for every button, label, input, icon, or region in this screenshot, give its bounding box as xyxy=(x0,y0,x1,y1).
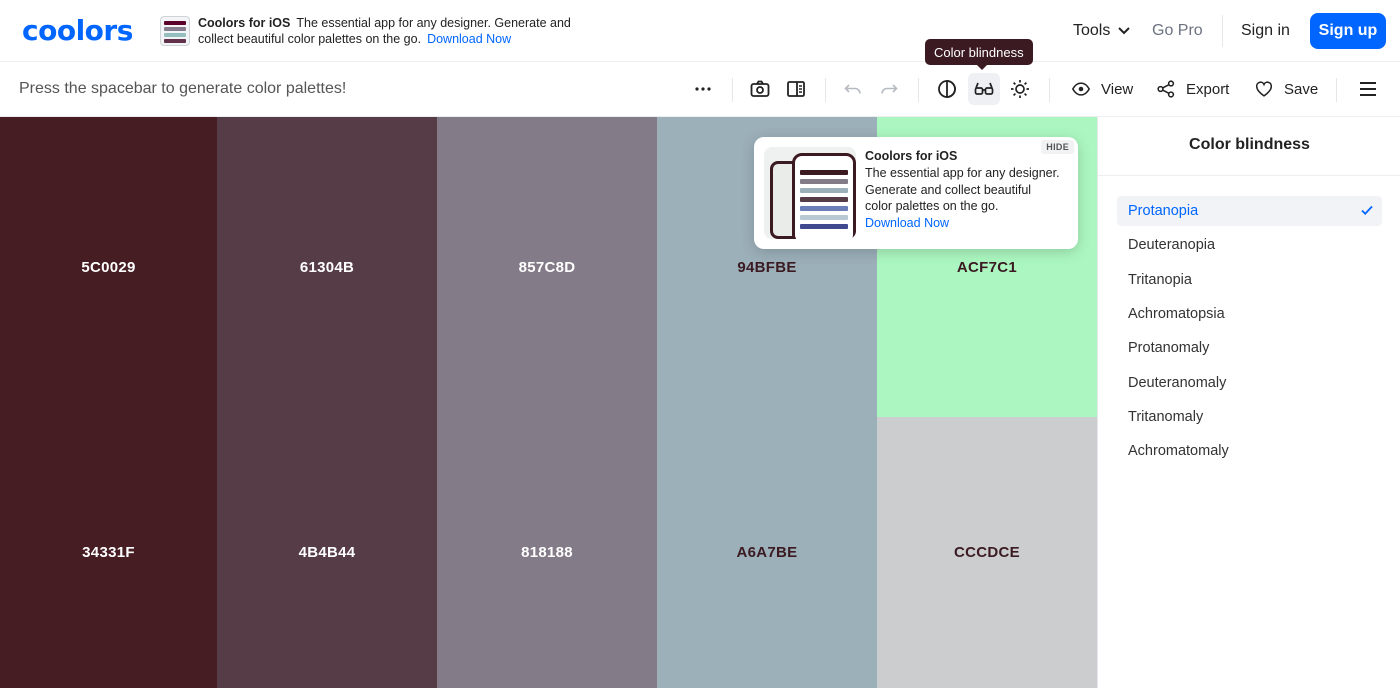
hex-code[interactable]: A6A7BE xyxy=(737,544,798,561)
sign-up-button[interactable]: Sign up xyxy=(1310,13,1386,49)
undo-icon[interactable] xyxy=(839,75,867,103)
app-thumbnail-icon xyxy=(160,16,190,46)
camera-icon[interactable] xyxy=(746,75,774,103)
heart-icon xyxy=(1255,81,1273,97)
hex-code[interactable]: 61304B xyxy=(300,259,354,276)
panel-title: Color blindness xyxy=(1189,136,1310,153)
toolbar-divider xyxy=(1049,78,1050,102)
option-label: Deuteranopia xyxy=(1128,237,1216,253)
option-deuteranopia[interactable]: Deuteranopia xyxy=(1117,230,1382,260)
option-label: Tritanomaly xyxy=(1128,409,1204,425)
hex-code[interactable]: 818188 xyxy=(521,544,573,561)
export-button[interactable]: Export xyxy=(1156,76,1229,102)
option-label: Protanomaly xyxy=(1128,340,1210,356)
spacebar-hint: Press the spacebar to generate color pal… xyxy=(19,80,347,97)
contrast-icon[interactable] xyxy=(933,75,961,103)
promo-download-link[interactable]: Download Now xyxy=(427,32,511,46)
generator-toolbar: Press the spacebar to generate color pal… xyxy=(0,62,1400,117)
option-protanomaly[interactable]: Protanomaly xyxy=(1117,333,1382,363)
color-blindness-tooltip: Color blindness xyxy=(925,39,1033,70)
glasses-icon[interactable] xyxy=(968,73,1000,105)
tools-menu[interactable]: Tools xyxy=(1073,13,1131,49)
color-blindness-panel: Color blindness Protanopia Deuteranopia … xyxy=(1097,117,1400,688)
coolors-logo[interactable]: coolors xyxy=(22,14,133,47)
hex-code[interactable]: 4B4B44 xyxy=(299,544,356,561)
option-achromatomaly[interactable]: Achromatomaly xyxy=(1117,436,1382,466)
top-navbar: coolors Coolors for iOS The essential app… xyxy=(0,0,1400,62)
eye-icon xyxy=(1071,82,1091,96)
option-tritanopia[interactable]: Tritanopia xyxy=(1117,265,1382,295)
simulated-color-swatch[interactable]: A6A7BE xyxy=(657,417,877,688)
popup-line: Generate and collect beautiful xyxy=(865,182,1032,197)
promo-text: Coolors for iOS The essential app for any… xyxy=(198,15,588,47)
hex-code[interactable]: 34331F xyxy=(82,544,135,561)
check-icon xyxy=(1361,205,1373,215)
option-tritanomaly[interactable]: Tritanomaly xyxy=(1117,402,1382,432)
hex-code[interactable]: CCCDCE xyxy=(954,544,1020,561)
toolbar-divider xyxy=(1336,78,1337,102)
nav-divider xyxy=(1222,15,1223,47)
view-button[interactable]: View xyxy=(1071,76,1133,102)
popup-title: Coolors for iOS xyxy=(865,149,958,163)
simulated-color-swatch[interactable]: 34331F xyxy=(0,417,217,688)
view-label: View xyxy=(1101,80,1134,98)
chevron-down-icon xyxy=(1118,27,1131,35)
export-label: Export xyxy=(1186,80,1230,98)
go-pro-link[interactable]: Go Pro xyxy=(1152,13,1203,49)
color-swatch[interactable]: 61304B xyxy=(217,117,437,417)
popup-line: The essential app for any designer. xyxy=(865,165,1060,180)
popup-line: color palettes on the go. xyxy=(865,199,999,214)
simulated-color-swatch[interactable]: 818188 xyxy=(437,417,657,688)
toolbar-divider xyxy=(732,78,733,102)
palette-column[interactable]: 5C0029 34331F xyxy=(0,117,217,688)
brightness-icon[interactable] xyxy=(1006,75,1034,103)
ios-promo-banner[interactable]: Coolors for iOS The essential app for any… xyxy=(160,14,580,48)
option-achromatopsia[interactable]: Achromatopsia xyxy=(1117,299,1382,329)
popup-download-link[interactable]: Download Now xyxy=(865,215,1075,232)
share-icon xyxy=(1157,80,1175,98)
app-preview-image xyxy=(764,147,856,239)
option-label: Achromatopsia xyxy=(1128,306,1225,322)
option-protanopia[interactable]: Protanopia xyxy=(1117,196,1382,226)
option-label: Tritanopia xyxy=(1128,272,1192,288)
hex-code[interactable]: 857C8D xyxy=(519,259,576,276)
color-swatch[interactable]: 857C8D xyxy=(437,117,657,417)
promo-title: Coolors for iOS xyxy=(198,16,291,30)
panel-divider xyxy=(1098,175,1400,176)
tools-label: Tools xyxy=(1073,22,1111,39)
more-icon[interactable] xyxy=(689,75,717,103)
hex-code[interactable]: ACF7C1 xyxy=(957,259,1017,276)
option-label: Achromatomaly xyxy=(1128,443,1229,459)
toolbar-divider xyxy=(825,78,826,102)
option-deuteranomaly[interactable]: Deuteranomaly xyxy=(1117,368,1382,398)
option-label: Deuteranomaly xyxy=(1128,375,1227,391)
redo-icon[interactable] xyxy=(875,75,903,103)
ios-app-popup: HIDE Coolors for iOS The essential app f… xyxy=(754,137,1078,249)
panel-icon[interactable] xyxy=(782,75,810,103)
hex-code[interactable]: 5C0029 xyxy=(81,259,135,276)
palette-column[interactable]: 857C8D 818188 xyxy=(437,117,657,688)
save-label: Save xyxy=(1284,80,1319,98)
phone-front-icon xyxy=(792,153,856,239)
toolbar-divider xyxy=(918,78,919,102)
menu-icon[interactable] xyxy=(1354,75,1382,103)
popup-text: Coolors for iOS The essential app for an… xyxy=(865,148,1075,232)
option-label: Protanopia xyxy=(1128,203,1199,219)
save-button[interactable]: Save xyxy=(1254,76,1318,102)
palette-column[interactable]: 61304B 4B4B44 xyxy=(217,117,437,688)
simulated-color-swatch[interactable]: 4B4B44 xyxy=(217,417,437,688)
hex-code[interactable]: 94BFBE xyxy=(737,259,796,276)
simulated-color-swatch[interactable]: CCCDCE xyxy=(877,417,1097,688)
sign-in-link[interactable]: Sign in xyxy=(1241,13,1290,49)
color-swatch[interactable]: 5C0029 xyxy=(0,117,217,417)
